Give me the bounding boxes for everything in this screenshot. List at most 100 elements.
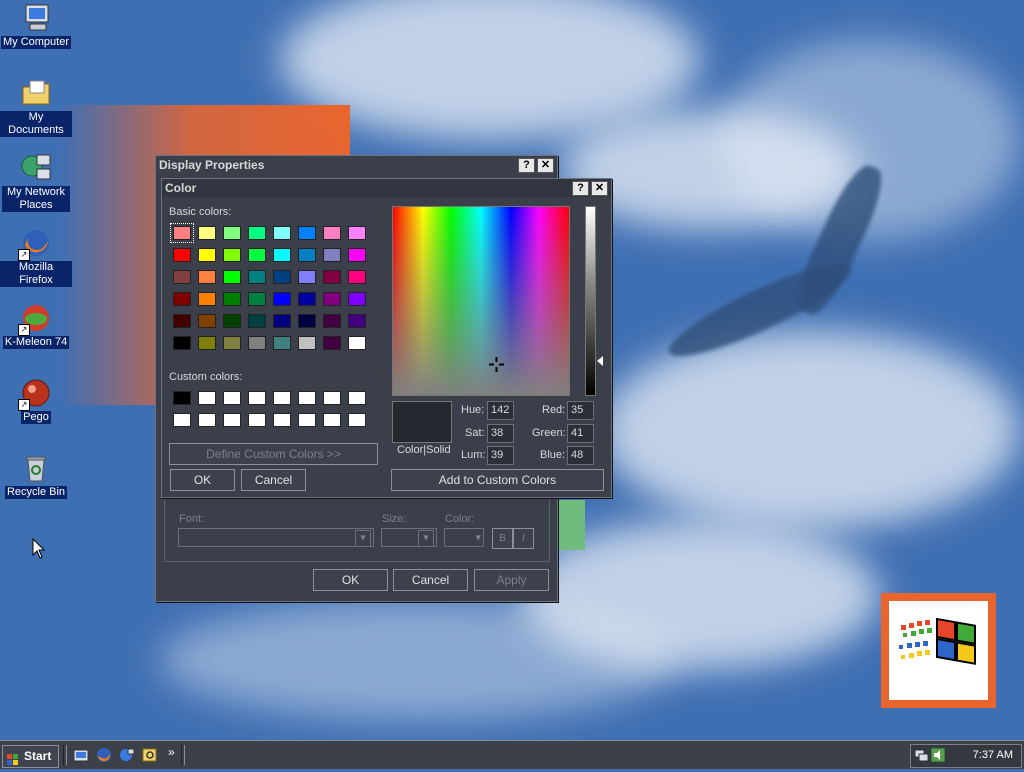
basic-color-swatch[interactable]: [248, 270, 266, 284]
basic-color-swatch[interactable]: [248, 336, 266, 350]
add-to-custom-colors-button[interactable]: Add to Custom Colors: [391, 469, 604, 491]
custom-color-swatch[interactable]: [173, 391, 191, 405]
desktop-icon-my-network-places[interactable]: My Network Places: [0, 152, 72, 212]
basic-color-swatch[interactable]: [173, 336, 191, 350]
basic-color-swatch[interactable]: [298, 292, 316, 306]
help-button[interactable]: ?: [572, 181, 589, 196]
desktop-icon-pego[interactable]: ↗ Pego: [0, 377, 72, 424]
color-picker-button[interactable]: ▾: [444, 528, 484, 547]
basic-color-swatch[interactable]: [348, 248, 366, 262]
cancel-button[interactable]: Cancel: [241, 469, 306, 491]
hue-input[interactable]: 142: [487, 401, 514, 420]
basic-color-swatch[interactable]: [348, 336, 366, 350]
basic-color-swatch[interactable]: [273, 270, 291, 284]
color-dialog-titlebar[interactable]: Color ? ✕: [162, 179, 611, 197]
custom-color-swatch[interactable]: [198, 413, 216, 427]
custom-color-swatch[interactable]: [273, 391, 291, 405]
sat-input[interactable]: 38: [487, 424, 514, 443]
basic-color-swatch[interactable]: [248, 226, 266, 240]
basic-color-swatch[interactable]: [198, 248, 216, 262]
apply-button[interactable]: Apply: [474, 569, 549, 591]
basic-color-swatch[interactable]: [198, 270, 216, 284]
basic-color-swatch[interactable]: [173, 248, 191, 262]
custom-color-swatch[interactable]: [198, 391, 216, 405]
basic-color-swatch[interactable]: [223, 226, 241, 240]
basic-color-swatch[interactable]: [170, 223, 194, 243]
close-button[interactable]: ✕: [537, 158, 554, 173]
basic-color-swatch[interactable]: [298, 336, 316, 350]
display-properties-titlebar[interactable]: Display Properties ? ✕: [156, 156, 557, 174]
basic-color-swatch[interactable]: [223, 292, 241, 306]
custom-color-swatch[interactable]: [248, 413, 266, 427]
basic-color-swatch[interactable]: [273, 314, 291, 328]
define-custom-colors-button[interactable]: Define Custom Colors >>: [169, 443, 378, 465]
bold-button[interactable]: B: [492, 528, 513, 549]
basic-color-swatch[interactable]: [348, 292, 366, 306]
custom-color-swatch[interactable]: [323, 413, 341, 427]
basic-color-swatch[interactable]: [323, 248, 341, 262]
basic-color-swatch[interactable]: [323, 270, 341, 284]
basic-color-swatch[interactable]: [298, 226, 316, 240]
custom-color-swatch[interactable]: [223, 391, 241, 405]
custom-color-swatch[interactable]: [173, 413, 191, 427]
basic-color-swatch[interactable]: [323, 314, 341, 328]
basic-color-swatch[interactable]: [173, 314, 191, 328]
basic-color-swatch[interactable]: [273, 292, 291, 306]
color-spectrum[interactable]: [392, 206, 570, 396]
basic-color-swatch[interactable]: [198, 314, 216, 328]
size-dropdown[interactable]: ▾: [381, 528, 437, 547]
basic-color-swatch[interactable]: [298, 314, 316, 328]
clock[interactable]: 7:37 AM: [973, 749, 1013, 761]
desktop-icon-my-documents[interactable]: My Documents: [0, 77, 72, 137]
custom-color-swatch[interactable]: [323, 391, 341, 405]
basic-color-swatch[interactable]: [223, 336, 241, 350]
basic-color-swatch[interactable]: [323, 336, 341, 350]
basic-color-swatch[interactable]: [223, 248, 241, 262]
desktop-icon-mozilla-firefox[interactable]: ↗ Mozilla Firefox: [0, 227, 72, 287]
blue-input[interactable]: 48: [567, 446, 594, 465]
basic-color-swatch[interactable]: [198, 292, 216, 306]
basic-color-swatch[interactable]: [273, 226, 291, 240]
lum-input[interactable]: 39: [487, 446, 514, 465]
font-dropdown[interactable]: ▾: [178, 528, 374, 547]
basic-color-swatch[interactable]: [248, 248, 266, 262]
basic-color-swatch[interactable]: [273, 336, 291, 350]
desktop-icon-k-meleon[interactable]: ↗ K-Meleon 74: [0, 302, 72, 349]
search-quicklaunch-icon[interactable]: [142, 747, 158, 763]
italic-button[interactable]: I: [513, 528, 534, 549]
basic-color-swatch[interactable]: [298, 270, 316, 284]
close-button[interactable]: ✕: [591, 181, 608, 196]
basic-color-swatch[interactable]: [323, 292, 341, 306]
cancel-button[interactable]: Cancel: [393, 569, 468, 591]
basic-color-swatch[interactable]: [323, 226, 341, 240]
basic-color-swatch[interactable]: [348, 226, 366, 240]
desktop-icon-my-computer[interactable]: My Computer: [0, 2, 72, 49]
basic-color-swatch[interactable]: [248, 292, 266, 306]
custom-color-swatch[interactable]: [348, 413, 366, 427]
ok-button[interactable]: OK: [170, 469, 235, 491]
basic-color-swatch[interactable]: [173, 292, 191, 306]
basic-color-swatch[interactable]: [198, 226, 216, 240]
desktop-icon-recycle-bin[interactable]: Recycle Bin: [0, 452, 72, 499]
custom-color-swatch[interactable]: [348, 391, 366, 405]
luminance-slider[interactable]: [585, 206, 596, 396]
green-input[interactable]: 41: [567, 424, 594, 443]
basic-color-swatch[interactable]: [198, 336, 216, 350]
ok-button[interactable]: OK: [313, 569, 388, 591]
basic-color-swatch[interactable]: [348, 270, 366, 284]
quicklaunch-more-button[interactable]: »: [168, 745, 175, 759]
luminance-arrow-icon[interactable]: [597, 356, 603, 366]
basic-color-swatch[interactable]: [248, 314, 266, 328]
help-button[interactable]: ?: [518, 158, 535, 173]
basic-color-swatch[interactable]: [298, 248, 316, 262]
custom-color-swatch[interactable]: [223, 413, 241, 427]
chevron-down-icon[interactable]: ▾: [355, 530, 371, 547]
firefox-quicklaunch-icon[interactable]: [96, 747, 112, 763]
basic-color-swatch[interactable]: [273, 248, 291, 262]
start-button[interactable]: Start: [2, 745, 59, 768]
volume-tray-icon[interactable]: [930, 747, 946, 763]
basic-color-swatch[interactable]: [173, 270, 191, 284]
basic-color-swatch[interactable]: [223, 314, 241, 328]
custom-color-swatch[interactable]: [273, 413, 291, 427]
network-quicklaunch-icon[interactable]: [119, 747, 135, 763]
